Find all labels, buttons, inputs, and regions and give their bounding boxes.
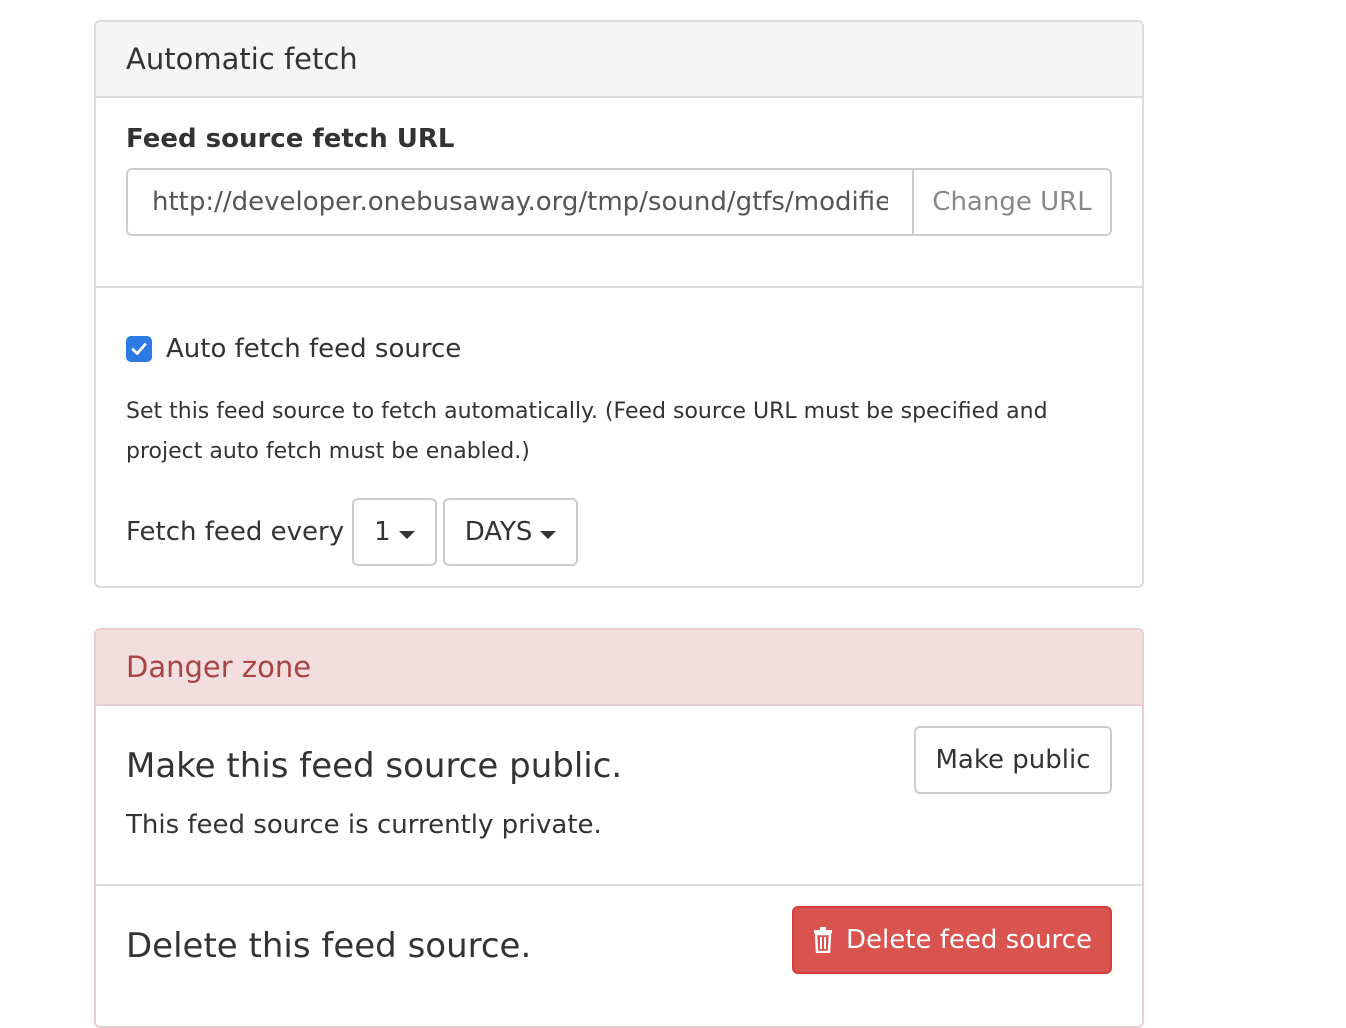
fetch-every-label: Fetch feed every (126, 517, 345, 547)
fetch-url-input[interactable] (126, 168, 914, 236)
auto-fetch-section: Auto fetch feed source Set this feed sou… (96, 288, 1142, 586)
caret-down-icon (398, 531, 415, 539)
fetch-url-section: Feed source fetch URL Change URL (96, 98, 1142, 288)
change-url-button[interactable]: Change URL (914, 168, 1112, 236)
interval-unit: DAYS (464, 517, 533, 547)
trash-icon (812, 927, 834, 953)
fetch-interval-row: Fetch feed every 1 DAYS (126, 498, 584, 566)
make-public-button[interactable]: Make public (914, 726, 1112, 794)
auto-fetch-label: Auto fetch feed source (166, 334, 462, 364)
automatic-fetch-heading: Automatic fetch (96, 22, 1142, 98)
auto-fetch-checkbox-row[interactable]: Auto fetch feed source (126, 334, 461, 364)
delete-button-label: Delete feed source (846, 925, 1092, 955)
make-public-title: Make this feed source public. (126, 746, 623, 786)
automatic-fetch-panel: Automatic fetch Feed source fetch URL Ch… (94, 20, 1144, 588)
fetch-url-label: Feed source fetch URL (126, 124, 455, 154)
make-public-section: Make this feed source public. This feed … (96, 706, 1142, 886)
auto-fetch-help-text: Set this feed source to fetch automatica… (126, 399, 1048, 464)
visibility-status: This feed source is currently private. (126, 810, 602, 840)
auto-fetch-checkbox[interactable] (126, 336, 152, 362)
danger-zone-heading: Danger zone (96, 630, 1142, 706)
caret-down-icon (540, 531, 557, 539)
danger-zone-panel: Danger zone Make this feed source public… (94, 628, 1144, 1028)
interval-unit-dropdown[interactable]: DAYS (442, 498, 579, 566)
checkmark-icon (131, 343, 147, 355)
fetch-url-input-group: Change URL (126, 168, 1112, 236)
delete-feed-source-button[interactable]: Delete feed source (792, 906, 1112, 974)
delete-title: Delete this feed source. (126, 926, 532, 966)
interval-value-dropdown[interactable]: 1 (352, 498, 437, 566)
delete-section: Delete this feed source. Delete feed sou… (96, 886, 1142, 1026)
interval-value: 1 (374, 517, 391, 547)
